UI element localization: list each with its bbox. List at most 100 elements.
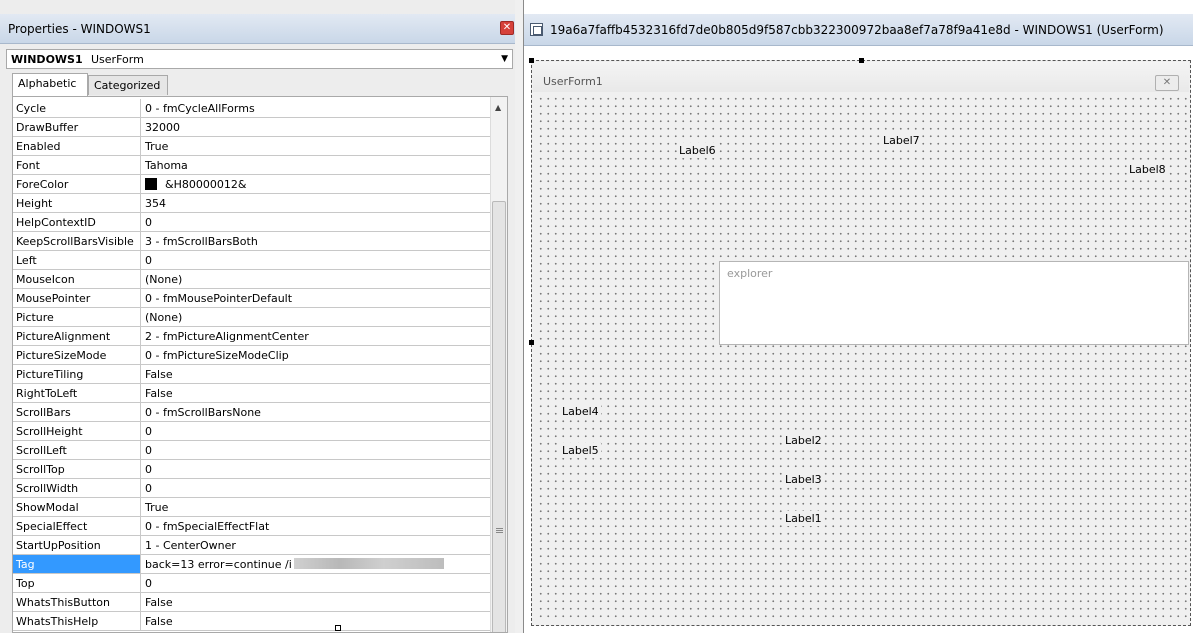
property-row[interactable]: Tagback=13 error=continue /imsi (13, 555, 490, 574)
property-name[interactable]: ScrollHeight (13, 422, 141, 440)
property-row[interactable]: ScrollWidth 0 (13, 479, 490, 498)
property-row[interactable]: SpecialEffect 0 - fmSpecialEffectFlat (13, 517, 490, 536)
property-name[interactable]: DrawBuffer (13, 118, 141, 136)
property-value[interactable]: False (142, 365, 490, 383)
property-value[interactable]: True (142, 137, 490, 155)
property-row[interactable]: ScrollBars 0 - fmScrollBarsNone (13, 403, 490, 422)
property-name[interactable]: ScrollTop (13, 460, 141, 478)
property-row[interactable]: Cycle 0 - fmCycleAllForms (13, 99, 490, 118)
label7[interactable]: Label7 (881, 133, 922, 148)
label5[interactable]: Label5 (560, 443, 601, 458)
property-value[interactable]: 2 - fmPictureAlignmentCenter (142, 327, 490, 345)
property-row[interactable]: KeepScrollBarsVisible 3 - fmScrollBarsBot… (13, 232, 490, 251)
resize-handle[interactable] (335, 625, 341, 631)
property-value[interactable]: 0 - fmScrollBarsNone (142, 403, 490, 421)
property-name[interactable]: WhatsThisButton (13, 593, 141, 611)
property-row[interactable]: DrawBuffer 32000 (13, 118, 490, 137)
property-value[interactable]: 32000 (142, 118, 490, 136)
property-value[interactable]: 0 (142, 213, 490, 231)
scrollbar-thumb[interactable] (492, 201, 506, 632)
property-row[interactable]: MousePointer 0 - fmMousePointerDefault (13, 289, 490, 308)
property-row[interactable]: WhatsThisButton False (13, 593, 490, 612)
resize-handle[interactable] (529, 340, 534, 345)
property-value[interactable]: 1 - CenterOwner (142, 536, 490, 554)
label2[interactable]: Label2 (783, 433, 824, 448)
property-row[interactable]: ScrollHeight 0 (13, 422, 490, 441)
property-value[interactable]: Tahoma (142, 156, 490, 174)
property-value[interactable]: 0 (142, 574, 490, 592)
resize-handle[interactable] (859, 58, 864, 63)
property-row[interactable]: Top 0 (13, 574, 490, 593)
property-row[interactable]: ScrollLeft 0 (13, 441, 490, 460)
property-value[interactable]: 0 (142, 251, 490, 269)
property-value[interactable]: (None) (142, 270, 490, 288)
property-value[interactable]: 0 - fmSpecialEffectFlat (142, 517, 490, 535)
property-row[interactable]: Picture (None) (13, 308, 490, 327)
property-row[interactable]: PictureTiling False (13, 365, 490, 384)
property-value[interactable]: False (142, 612, 490, 630)
property-name[interactable]: WhatsThisHelp (13, 612, 141, 630)
property-row[interactable]: Left 0 (13, 251, 490, 270)
property-name[interactable]: MouseIcon (13, 270, 141, 288)
property-name[interactable]: PictureSizeMode (13, 346, 141, 364)
property-row[interactable]: Height 354 (13, 194, 490, 213)
property-name[interactable]: Left (13, 251, 141, 269)
property-name[interactable]: ScrollBars (13, 403, 141, 421)
explorer-textbox[interactable]: explorer (719, 261, 1189, 345)
property-value[interactable]: 0 - fmPictureSizeModeClip (142, 346, 490, 364)
property-name[interactable]: KeepScrollBarsVisible (13, 232, 141, 250)
vertical-scrollbar[interactable]: ▲ (490, 97, 507, 632)
property-value[interactable]: 0 - fmCycleAllForms (142, 99, 490, 117)
property-name[interactable]: ForeColor (13, 175, 141, 193)
property-value[interactable]: 354 (142, 194, 490, 212)
property-name[interactable]: HelpContextID (13, 213, 141, 231)
property-value[interactable]: 0 (142, 422, 490, 440)
property-row[interactable]: PictureSizeMode 0 - fmPictureSizeModeClip (13, 346, 490, 365)
property-row[interactable]: ScrollTop 0 (13, 460, 490, 479)
property-row[interactable]: Font Tahoma (13, 156, 490, 175)
property-value[interactable]: False (142, 384, 490, 402)
label8[interactable]: Label8 (1127, 162, 1168, 177)
property-value[interactable]: 0 (142, 479, 490, 497)
property-name[interactable]: Font (13, 156, 141, 174)
property-value[interactable]: 0 (142, 441, 490, 459)
property-name[interactable]: Enabled (13, 137, 141, 155)
property-row[interactable]: HelpContextID 0 (13, 213, 490, 232)
property-value[interactable]: 0 - fmMousePointerDefault (142, 289, 490, 307)
close-icon[interactable]: ✕ (500, 21, 514, 35)
property-value[interactable]: False (142, 593, 490, 611)
property-row[interactable]: MouseIcon (None) (13, 270, 490, 289)
property-name[interactable]: Top (13, 574, 141, 592)
property-name[interactable]: PictureAlignment (13, 327, 141, 345)
object-selector[interactable]: WINDOWS1 UserForm ▼ (6, 49, 513, 69)
label4[interactable]: Label4 (560, 404, 601, 419)
scroll-up-icon[interactable]: ▲ (495, 103, 501, 112)
property-row[interactable]: PictureAlignment 2 - fmPictureAlignmentCe… (13, 327, 490, 346)
userform[interactable]: UserForm1 ✕ Label6 Label7 Label8 explore… (531, 60, 1191, 626)
userform-client-area[interactable]: Label6 Label7 Label8 explorer Label4 Lab… (535, 93, 1189, 621)
property-row[interactable]: StartUpPosition 1 - CenterOwner (13, 536, 490, 555)
label3[interactable]: Label3 (783, 472, 824, 487)
property-name[interactable]: ShowModal (13, 498, 141, 516)
property-value[interactable]: 3 - fmScrollBarsBoth (142, 232, 490, 250)
tab-categorized[interactable]: Categorized (88, 75, 168, 95)
property-value[interactable]: back=13 error=continue /imsi (142, 555, 490, 573)
tab-alphabetic[interactable]: Alphabetic (12, 73, 88, 96)
label6[interactable]: Label6 (677, 143, 718, 158)
property-name[interactable]: ScrollWidth (13, 479, 141, 497)
property-name[interactable]: Tag (13, 555, 141, 573)
property-name[interactable]: MousePointer (13, 289, 141, 307)
property-value[interactable]: &H80000012& (142, 175, 490, 193)
chevron-down-icon[interactable]: ▼ (501, 54, 508, 64)
resize-handle[interactable] (529, 58, 534, 63)
property-value[interactable]: 0 (142, 460, 490, 478)
designer-titlebar[interactable]: 19a6a7faffb4532316fd7de0b805d9f587cbb322… (524, 14, 1193, 46)
property-row[interactable]: ForeColor &H80000012& (13, 175, 490, 194)
property-name[interactable]: StartUpPosition (13, 536, 141, 554)
property-row[interactable]: Enabled True (13, 137, 490, 156)
property-name[interactable]: RightToLeft (13, 384, 141, 402)
property-name[interactable]: Picture (13, 308, 141, 326)
property-name[interactable]: ScrollLeft (13, 441, 141, 459)
property-row[interactable]: RightToLeft False (13, 384, 490, 403)
label1[interactable]: Label1 (783, 511, 824, 526)
